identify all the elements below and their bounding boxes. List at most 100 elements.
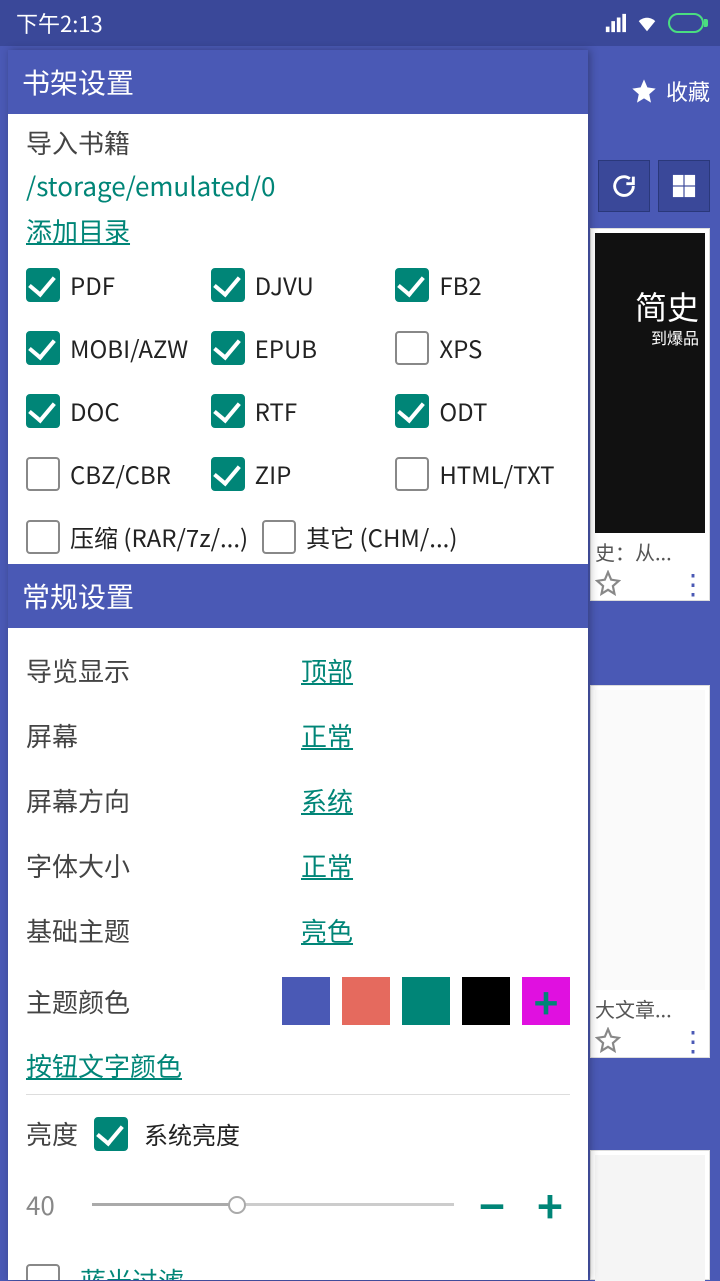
format-label: MOBI/AZW	[70, 330, 188, 365]
format-xps[interactable]: XPS	[395, 330, 570, 365]
setting-label: 屏幕	[26, 717, 301, 754]
setting-value[interactable]: 正常	[301, 847, 353, 884]
theme-color-label: 主题颜色	[26, 983, 282, 1020]
setting-value[interactable]: 系统	[301, 782, 353, 819]
checkbox[interactable]	[211, 457, 245, 491]
settings-list: 导览显示顶部屏幕正常屏幕方向系统字体大小正常基础主题亮色	[26, 638, 570, 963]
book-cover	[595, 690, 705, 990]
section-general-header: 常规设置	[8, 564, 588, 628]
setting-label: 基础主题	[26, 912, 301, 949]
checkbox[interactable]	[395, 331, 429, 365]
format-djvu[interactable]: DJVU	[211, 267, 386, 302]
format-label: 压缩 (RAR/7z/...)	[70, 519, 248, 554]
format-cbzcbr[interactable]: CBZ/CBR	[26, 456, 201, 491]
theme-color-row: 主题颜色 +	[26, 963, 570, 1039]
format-doc[interactable]: DOC	[26, 393, 201, 428]
import-path: /storage/emulated/0	[26, 167, 570, 204]
status-time: 下午2:13	[16, 7, 103, 39]
book-cover: 简史 到爆品	[595, 233, 705, 533]
checkbox[interactable]	[26, 331, 60, 365]
checkbox[interactable]	[395, 394, 429, 428]
star-outline-icon[interactable]	[595, 570, 621, 596]
signal-icon	[604, 12, 626, 34]
format-label: HTML/TXT	[439, 456, 554, 491]
checkbox[interactable]	[26, 457, 60, 491]
format-label: PDF	[70, 267, 115, 302]
checkbox[interactable]	[26, 268, 60, 302]
format-pdf[interactable]: PDF	[26, 267, 201, 302]
format-label: DOC	[70, 393, 120, 428]
format-epub[interactable]: EPUB	[211, 330, 386, 365]
color-swatch[interactable]	[462, 977, 510, 1025]
format-label: DJVU	[255, 267, 314, 302]
battery-charging-icon	[668, 13, 704, 33]
checkbox[interactable]	[395, 457, 429, 491]
format-label: ODT	[439, 393, 487, 428]
button-text-color-link[interactable]: 按钮文字颜色	[26, 1047, 182, 1084]
brightness-plus-button[interactable]: +	[530, 1172, 570, 1236]
setting-value[interactable]: 顶部	[301, 652, 353, 689]
format-odt[interactable]: ODT	[395, 393, 570, 428]
checkbox[interactable]	[211, 394, 245, 428]
setting-row: 基础主题亮色	[26, 898, 570, 963]
add-directory-link[interactable]: 添加目录	[26, 212, 130, 249]
checkbox[interactable]	[211, 331, 245, 365]
star-icon	[630, 77, 658, 105]
status-icons	[604, 12, 704, 34]
book-card[interactable]: 大文章... ⋮	[590, 685, 710, 1058]
format-extra-row: 压缩 (RAR/7z/...) 其它 (CHM/...)	[26, 519, 570, 554]
color-swatch[interactable]	[402, 977, 450, 1025]
color-swatch[interactable]	[282, 977, 330, 1025]
section-shelf-header: 书架设置	[8, 50, 588, 114]
blue-filter-link[interactable]: 蓝光过滤	[80, 1262, 184, 1280]
checkbox[interactable]	[26, 520, 60, 554]
wifi-icon	[636, 12, 658, 34]
grid-icon	[670, 172, 698, 200]
brightness-label: 亮度	[26, 1115, 78, 1152]
refresh-icon	[610, 172, 638, 200]
setting-value[interactable]: 亮色	[301, 912, 353, 949]
book-card[interactable]	[590, 1150, 710, 1280]
book-card[interactable]: 简史 到爆品 史：从... ⋮	[590, 228, 710, 601]
checkbox[interactable]	[26, 394, 60, 428]
brightness-minus-button[interactable]: −	[472, 1172, 512, 1236]
blue-filter-row: 蓝光过滤	[26, 1246, 570, 1280]
format-grid: PDF DJVU FB2 MOBI/AZW EPUB XPS DOC RTF ODT CBZ/CB…	[26, 267, 570, 491]
setting-label: 导览显示	[26, 652, 301, 689]
setting-row: 导览显示顶部	[26, 638, 570, 703]
format-htmltxt[interactable]: HTML/TXT	[395, 456, 570, 491]
system-brightness-label: 系统亮度	[144, 1116, 240, 1151]
format-label: 其它 (CHM/...)	[306, 519, 457, 554]
format-rtf[interactable]: RTF	[211, 393, 386, 428]
format-extra[interactable]: 压缩 (RAR/7z/...)	[26, 519, 248, 554]
color-swatch[interactable]	[342, 977, 390, 1025]
brightness-row: 亮度 系统亮度	[26, 1105, 570, 1162]
format-extra[interactable]: 其它 (CHM/...)	[262, 519, 457, 554]
more-icon[interactable]: ⋮	[679, 576, 705, 590]
checkbox[interactable]	[262, 520, 296, 554]
format-label: CBZ/CBR	[70, 456, 171, 491]
setting-row: 字体大小正常	[26, 833, 570, 898]
checkbox[interactable]	[395, 268, 429, 302]
blue-filter-checkbox[interactable]	[26, 1264, 60, 1281]
format-mobiazw[interactable]: MOBI/AZW	[26, 330, 201, 365]
add-color-button[interactable]: +	[522, 977, 570, 1025]
format-label: EPUB	[255, 330, 317, 365]
more-icon[interactable]: ⋮	[679, 1033, 705, 1047]
setting-value[interactable]: 正常	[301, 717, 353, 754]
format-fb[interactable]: FB2	[395, 267, 570, 302]
star-outline-icon[interactable]	[595, 1027, 621, 1053]
setting-row: 屏幕正常	[26, 703, 570, 768]
setting-label: 字体大小	[26, 847, 301, 884]
brightness-slider-row: 40 − +	[26, 1162, 570, 1246]
grid-view-button[interactable]	[658, 160, 710, 212]
refresh-button[interactable]	[598, 160, 650, 212]
color-swatches: +	[282, 977, 570, 1025]
system-brightness-checkbox[interactable]	[94, 1117, 128, 1151]
setting-label: 屏幕方向	[26, 782, 301, 819]
bg-favorite-tab[interactable]: 收藏	[630, 75, 710, 107]
brightness-slider[interactable]	[92, 1192, 454, 1216]
settings-dialog: 书架设置 导入书籍 /storage/emulated/0 添加目录 PDFDJ…	[8, 50, 588, 1280]
format-zip[interactable]: ZIP	[211, 456, 386, 491]
checkbox[interactable]	[211, 268, 245, 302]
